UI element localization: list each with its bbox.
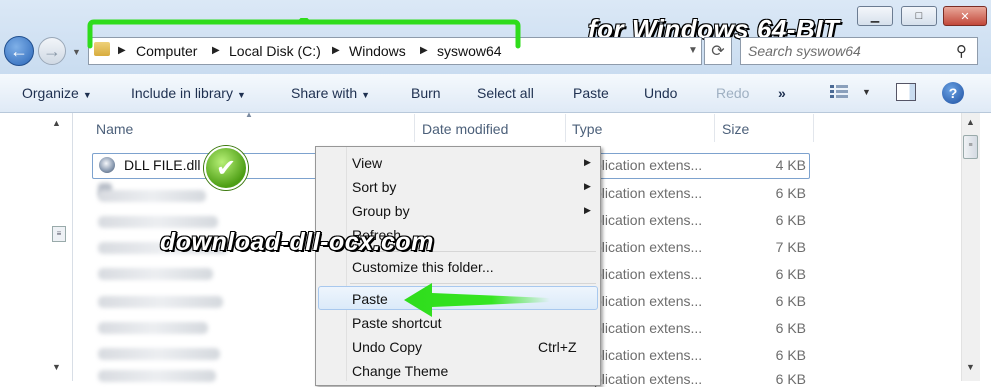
- file-type: plication extens...: [594, 266, 703, 282]
- file-size: 6 KB: [775, 212, 806, 228]
- file-type: plication extens...: [594, 157, 703, 173]
- menu-item-change-theme[interactable]: Change Theme: [352, 363, 448, 379]
- change-view-icon[interactable]: [830, 84, 848, 100]
- scroll-up-icon[interactable]: ▲: [966, 117, 975, 127]
- back-button[interactable]: ←: [4, 36, 34, 66]
- minimize-button[interactable]: ▁: [857, 6, 893, 26]
- paste-button[interactable]: Paste: [573, 85, 609, 101]
- nav-scroll-thumb[interactable]: ≡: [52, 226, 66, 242]
- include-in-library-button[interactable]: Include in library ▼: [131, 85, 246, 101]
- nav-scroll-down-icon[interactable]: ▼: [52, 362, 61, 372]
- file-size: 6 KB: [775, 347, 806, 363]
- scroll-down-icon[interactable]: ▼: [966, 362, 975, 372]
- forward-arrow-icon: →: [43, 40, 61, 61]
- redo-button[interactable]: Redo: [716, 85, 749, 101]
- more-commands-button[interactable]: »: [778, 85, 786, 101]
- refresh-icon: ⟳: [711, 43, 725, 60]
- submenu-arrow-icon: ▶: [584, 181, 591, 191]
- nav-scroll-up-icon[interactable]: ▲: [52, 118, 61, 128]
- forward-button[interactable]: →: [38, 37, 66, 65]
- menu-gutter: [346, 147, 347, 381]
- file-type: plication extens...: [594, 239, 703, 255]
- column-header-type[interactable]: Type: [572, 121, 602, 137]
- menu-item-customize-folder[interactable]: Customize this folder...: [352, 259, 494, 275]
- close-button[interactable]: ✕: [943, 6, 987, 26]
- undo-button[interactable]: Undo: [644, 85, 677, 101]
- checkmark-icon: ✔: [204, 146, 248, 190]
- file-type: plication extens...: [594, 320, 703, 336]
- share-with-button[interactable]: Share with ▼: [291, 85, 370, 101]
- blurred-file-name[interactable]: [98, 296, 223, 308]
- column-header-size[interactable]: Size: [722, 121, 749, 137]
- file-size: 6 KB: [775, 293, 806, 309]
- help-icon[interactable]: ?: [942, 82, 964, 104]
- search-icon[interactable]: ⚲: [956, 42, 967, 60]
- submenu-arrow-icon: ▶: [584, 157, 591, 167]
- scroll-thumb[interactable]: ≡: [963, 135, 978, 159]
- menu-item-view[interactable]: View: [352, 155, 382, 171]
- recent-pages-dropdown-icon[interactable]: ▼: [72, 47, 81, 57]
- preview-pane-icon[interactable]: [896, 83, 916, 101]
- file-size: 6 KB: [775, 266, 806, 282]
- select-all-button[interactable]: Select all: [477, 85, 534, 101]
- blurred-file-name[interactable]: [98, 322, 208, 334]
- burn-button[interactable]: Burn: [411, 85, 441, 101]
- file-type: plication extens...: [594, 212, 703, 228]
- sort-ascending-icon: ▲: [245, 110, 253, 119]
- menu-item-group-by[interactable]: Group by: [352, 203, 410, 219]
- menu-shortcut-undo: Ctrl+Z: [538, 339, 577, 355]
- file-type: plication extens...: [594, 371, 703, 387]
- dll-file-icon: [99, 157, 115, 173]
- file-size: 4 KB: [775, 157, 806, 173]
- file-type: plication extens...: [594, 347, 703, 363]
- organize-button[interactable]: Organize ▼: [22, 85, 92, 101]
- submenu-arrow-icon: ▶: [584, 205, 591, 215]
- file-size: 6 KB: [775, 320, 806, 336]
- file-size: 6 KB: [775, 371, 806, 387]
- maximize-button[interactable]: □: [901, 6, 937, 26]
- file-name[interactable]: DLL FILE.dll: [124, 157, 201, 173]
- column-divider[interactable]: [414, 114, 415, 142]
- green-pointer-arrow-icon: [404, 283, 550, 317]
- blurred-file-name[interactable]: [98, 370, 216, 382]
- menu-item-undo-copy[interactable]: Undo Copy: [352, 339, 422, 355]
- file-type: plication extens...: [594, 185, 703, 201]
- refresh-button[interactable]: ⟳: [704, 37, 732, 65]
- blurred-file-name[interactable]: [98, 216, 218, 228]
- navigation-pane: [0, 113, 73, 381]
- menu-item-paste[interactable]: Paste: [352, 291, 388, 307]
- blurred-file-name[interactable]: [98, 348, 220, 360]
- address-dropdown-icon[interactable]: ▼: [688, 45, 698, 56]
- column-divider[interactable]: [714, 114, 715, 142]
- view-dropdown-icon[interactable]: ▼: [862, 87, 871, 97]
- column-header-name[interactable]: Name: [96, 121, 133, 137]
- column-header-date-modified[interactable]: Date modified: [422, 121, 508, 137]
- blurred-file-name[interactable]: [98, 268, 213, 280]
- file-type: plication extens...: [594, 293, 703, 309]
- file-size: 7 KB: [775, 239, 806, 255]
- watermark-text: download-dll-ocx.com: [160, 228, 434, 256]
- menu-item-sort-by[interactable]: Sort by: [352, 179, 396, 195]
- search-placeholder: Search syswow64: [748, 43, 861, 59]
- column-divider[interactable]: [813, 114, 814, 142]
- column-divider[interactable]: [565, 114, 566, 142]
- back-arrow-icon: ←: [10, 40, 28, 61]
- file-size: 6 KB: [775, 185, 806, 201]
- blurred-file-name[interactable]: [98, 190, 206, 202]
- green-highlight-bracket: [87, 18, 521, 49]
